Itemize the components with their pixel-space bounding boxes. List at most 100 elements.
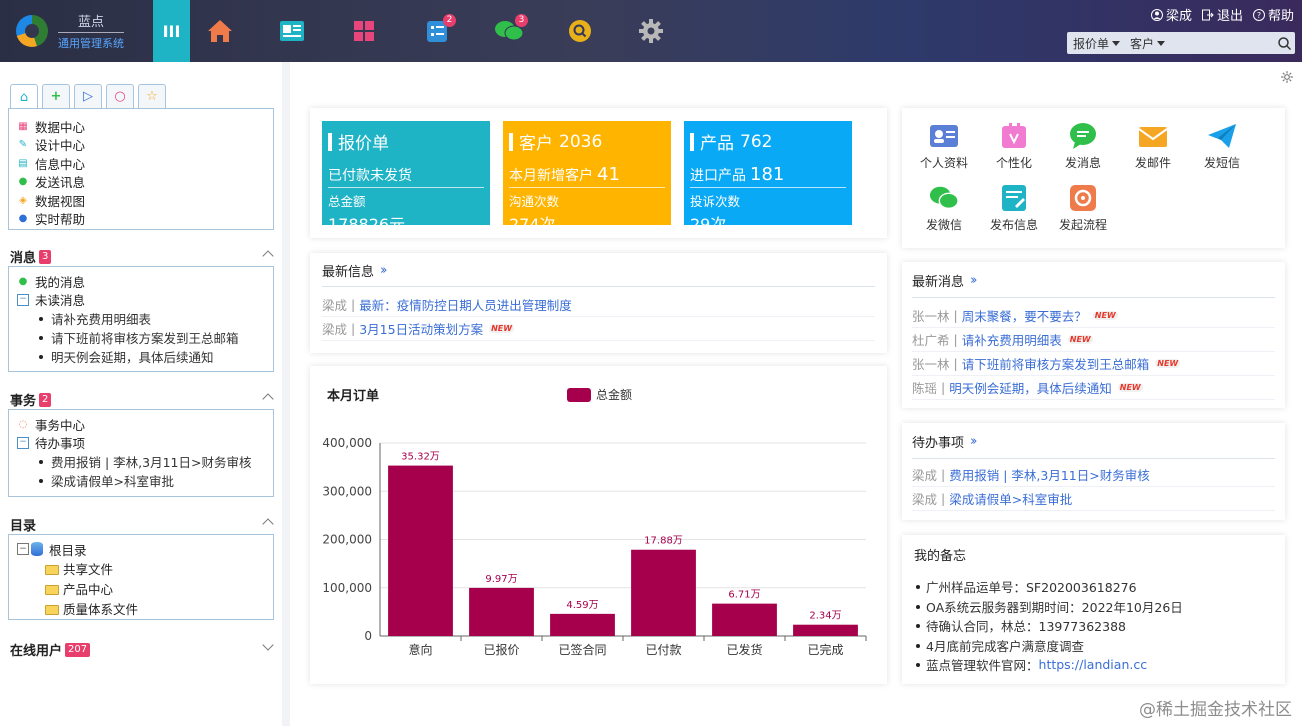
latest-messages-title[interactable]: 最新消息 ›› xyxy=(912,270,1275,298)
todo-title[interactable]: 待办事项 ›› xyxy=(912,431,1275,459)
left-tabs: ⌂ + ▷ ○ ☆ xyxy=(10,84,166,109)
search-input[interactable] xyxy=(1169,33,1273,53)
search-scope-customer[interactable]: 客户 xyxy=(1124,35,1169,52)
tree-folder[interactable]: 产品中心 xyxy=(9,579,273,599)
collapse-icon[interactable] xyxy=(262,518,274,530)
bar[interactable] xyxy=(550,613,615,636)
quick-send-sms-button[interactable]: 发短信 xyxy=(1192,122,1252,171)
todo-entry[interactable]: 梁成请假单>科室审批 xyxy=(9,471,273,490)
collapse-icon[interactable] xyxy=(262,393,274,405)
tasks-header[interactable]: 事务 2 xyxy=(10,390,274,409)
logout-icon xyxy=(1201,9,1214,20)
quick-start-workflow-button[interactable]: 发起流程 xyxy=(1053,184,1113,233)
nav-chat-button[interactable]: 3 xyxy=(492,14,528,48)
stat-quote[interactable]: 报价单 已付款未发货 总金额 178826元 xyxy=(322,121,490,234)
quick-personalize-button[interactable]: 个性化 xyxy=(984,122,1044,171)
bar[interactable] xyxy=(631,549,696,636)
collapse-icon[interactable] xyxy=(262,250,274,262)
left-panel: ⌂ + ▷ ○ ☆ ▦ 数据中心 ✎ 设计中心 ▤ 信息中心 ● 发送讯息 ◈ 数据视图 … xyxy=(0,62,282,726)
nav-apps-button[interactable] xyxy=(347,14,381,48)
chart-bars: 35.32万 9.97万 4.59万 17.88万 6.71万 2.34万 xyxy=(388,452,858,636)
menu-item-data-center[interactable]: ▦ 数据中心 xyxy=(9,117,273,136)
x-tick-label: 意向 xyxy=(408,642,432,657)
folder-icon xyxy=(45,584,59,595)
settings-gear-icon[interactable] xyxy=(1280,70,1294,84)
add-icon: + xyxy=(50,89,62,104)
nav-home-button[interactable] xyxy=(203,14,237,48)
nav-search-button[interactable] xyxy=(563,14,597,48)
menu-item-send-message[interactable]: ● 发送讯息 xyxy=(9,173,273,192)
bar[interactable] xyxy=(469,587,534,636)
unread-message[interactable]: 明天例会延期，具体后续通知 xyxy=(9,347,273,366)
tab-play[interactable]: ▷ xyxy=(74,84,102,108)
todo-item[interactable]: − 待办事项 xyxy=(9,434,273,453)
help-link[interactable]: ? 帮助 xyxy=(1252,5,1294,24)
unread-message[interactable]: 请补充费用明细表 xyxy=(9,309,273,328)
nav-settings-button[interactable] xyxy=(634,14,668,48)
latest-info-title[interactable]: 最新信息 ›› xyxy=(322,261,875,287)
expand-icon[interactable] xyxy=(262,639,274,651)
logout-link[interactable]: 退出 xyxy=(1201,5,1243,24)
info-row[interactable]: 梁成 | 3月15日活动策划方案 NEW xyxy=(322,317,875,341)
bar[interactable] xyxy=(793,624,858,636)
user-link[interactable]: 梁成 xyxy=(1150,5,1192,24)
todo-row[interactable]: 梁成 | 梁成请假单>科室审批 xyxy=(912,487,1275,511)
message-row[interactable]: 张一林 | 请下班前将审核方案发到王总邮箱 NEW xyxy=(912,352,1275,376)
more-arrow-icon[interactable]: ›› xyxy=(970,273,978,288)
unread-messages-item[interactable]: − 未读消息 xyxy=(9,291,273,310)
more-arrow-icon[interactable]: ›› xyxy=(970,434,978,449)
task-center-item[interactable]: ◌ 事务中心 xyxy=(9,415,273,434)
quick-publish-info-button[interactable]: 发布信息 xyxy=(984,184,1044,233)
my-messages-item[interactable]: ● 我的消息 xyxy=(9,272,273,291)
tree-root[interactable]: − 根目录 xyxy=(9,540,273,559)
app-logo[interactable]: 蓝点 通用管理系统 xyxy=(0,0,153,62)
bar[interactable] xyxy=(712,603,777,636)
message-row[interactable]: 杜广希 | 请补充费用明细表 NEW xyxy=(912,328,1275,352)
menu-item-live-help[interactable]: ● 实时帮助 xyxy=(9,210,273,229)
messages-header[interactable]: 消息 3 xyxy=(10,247,274,266)
menu-item-info-center[interactable]: ▤ 信息中心 xyxy=(9,154,273,173)
chat-icon: ● xyxy=(18,176,28,188)
memo-item: 4月底前完成客户满意度调查 xyxy=(914,636,1275,656)
stat-product[interactable]: 产品 762 进口产品 181 投诉次数 29次 xyxy=(684,121,852,234)
message-row[interactable]: 陈瑶 | 明天例会延期，具体后续通知 NEW xyxy=(912,376,1275,400)
tab-home[interactable]: ⌂ xyxy=(10,84,38,109)
app-name: 蓝点 xyxy=(58,11,124,33)
bar-value-label: 35.32万 xyxy=(401,452,440,463)
nav-news-button[interactable] xyxy=(275,14,309,48)
tree-folder[interactable]: 质量体系文件 xyxy=(9,599,273,619)
orders-bar-chart: 本月订单 总金额 0 100,000 200,000 300,000 400,000 意向… xyxy=(322,387,867,657)
online-users-header[interactable]: 在线用户 207 xyxy=(10,639,274,659)
quick-profile-button[interactable]: 个人资料 xyxy=(914,122,974,171)
user-icon xyxy=(1150,8,1163,21)
latest-messages-card: 最新消息 ›› 张一林 | 周末聚餐，要不要去？ NEW 杜广希 | 请补充费用明细表 NEW… xyxy=(902,262,1285,408)
tab-favorites[interactable]: ☆ xyxy=(138,84,166,108)
nav-tasks-button[interactable]: 2 xyxy=(420,14,456,48)
bar[interactable] xyxy=(388,465,453,636)
search-scope-quote[interactable]: 报价单 xyxy=(1067,35,1124,52)
tasks-badge: 2 xyxy=(443,14,456,27)
menu-item-data-view[interactable]: ◈ 数据视图 xyxy=(9,191,273,210)
todo-row[interactable]: 梁成 | 费用报销 | 李林,3月11日>财务审核 xyxy=(912,463,1275,487)
unread-message[interactable]: 请下班前将审核方案发到王总邮箱 xyxy=(9,328,273,347)
quick-send-wechat-button[interactable]: 发微信 xyxy=(914,184,974,233)
search-submit-button[interactable] xyxy=(1273,36,1295,50)
directory-tree: − 根目录 共享文件 产品中心 质量体系文件 xyxy=(8,534,274,620)
tree-folder[interactable]: 共享文件 xyxy=(9,559,273,579)
todo-entry[interactable]: 费用报销 | 李林,3月11日>财务审核 xyxy=(9,452,273,471)
info-row[interactable]: 梁成 | 最新：疫情防控日期人员进出管理制度 xyxy=(322,293,875,317)
message-row[interactable]: 张一林 | 周末聚餐，要不要去？ NEW xyxy=(912,304,1275,328)
quick-send-message-button[interactable]: 发消息 xyxy=(1053,122,1113,171)
tab-add[interactable]: + xyxy=(42,84,70,108)
quick-send-email-button[interactable]: 发邮件 xyxy=(1123,122,1183,171)
x-tick-label: 已完成 xyxy=(807,642,843,657)
search-icon xyxy=(1277,36,1291,50)
tab-search[interactable]: ○ xyxy=(106,84,134,108)
directory-header[interactable]: 目录 xyxy=(10,515,274,534)
more-arrow-icon[interactable]: ›› xyxy=(380,263,388,278)
menu-item-design-center[interactable]: ✎ 设计中心 xyxy=(9,136,273,155)
memo-item: 待确认合同，林总：13977362388 xyxy=(914,616,1275,636)
website-link[interactable]: https://landian.cc xyxy=(1039,657,1148,672)
menu-toggle-button[interactable]: III xyxy=(153,0,190,62)
stat-customer[interactable]: 客户 2036 本月新增客户 41 沟通次数 274次 xyxy=(503,121,671,234)
